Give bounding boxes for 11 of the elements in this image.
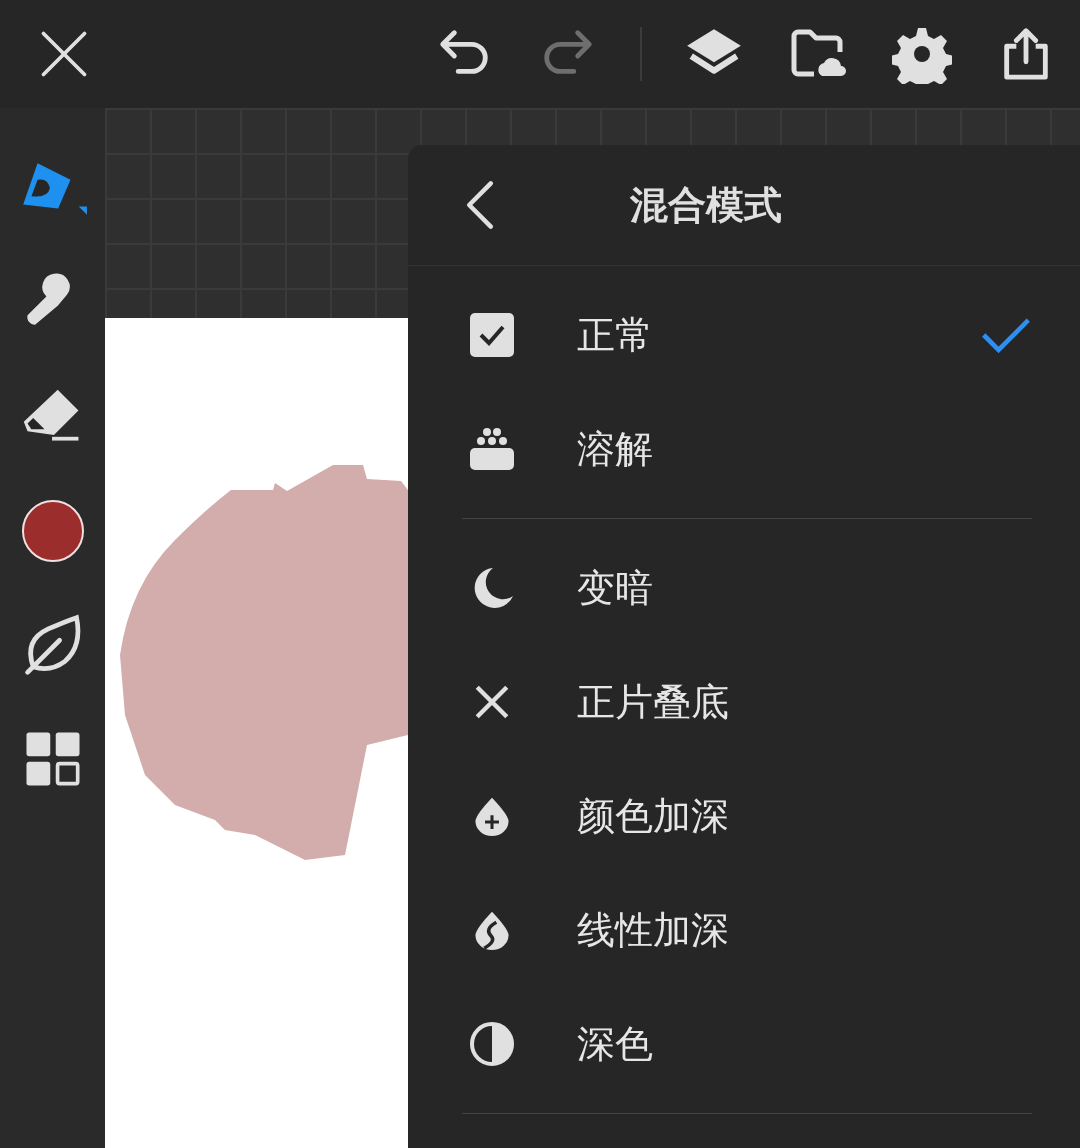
blend-mode-item[interactable]: 深色 [462,987,1032,1101]
blend-mode-item[interactable]: 正常 [462,278,1032,392]
blend-mode-item[interactable]: 线性加深 [462,873,1032,987]
panel-title: 混合模式 [630,181,782,229]
dissolve-icon [469,426,515,472]
blend-mode-item[interactable]: 颜色加深 [462,759,1032,873]
blend-mode-item[interactable]: 变暗 [462,531,1032,645]
checkbox-icon [469,312,515,358]
contrast-icon [469,1021,515,1067]
blend-mode-item[interactable]: 溶解 [462,392,1032,506]
blend-mode-item[interactable]: 正片叠底 [462,645,1032,759]
